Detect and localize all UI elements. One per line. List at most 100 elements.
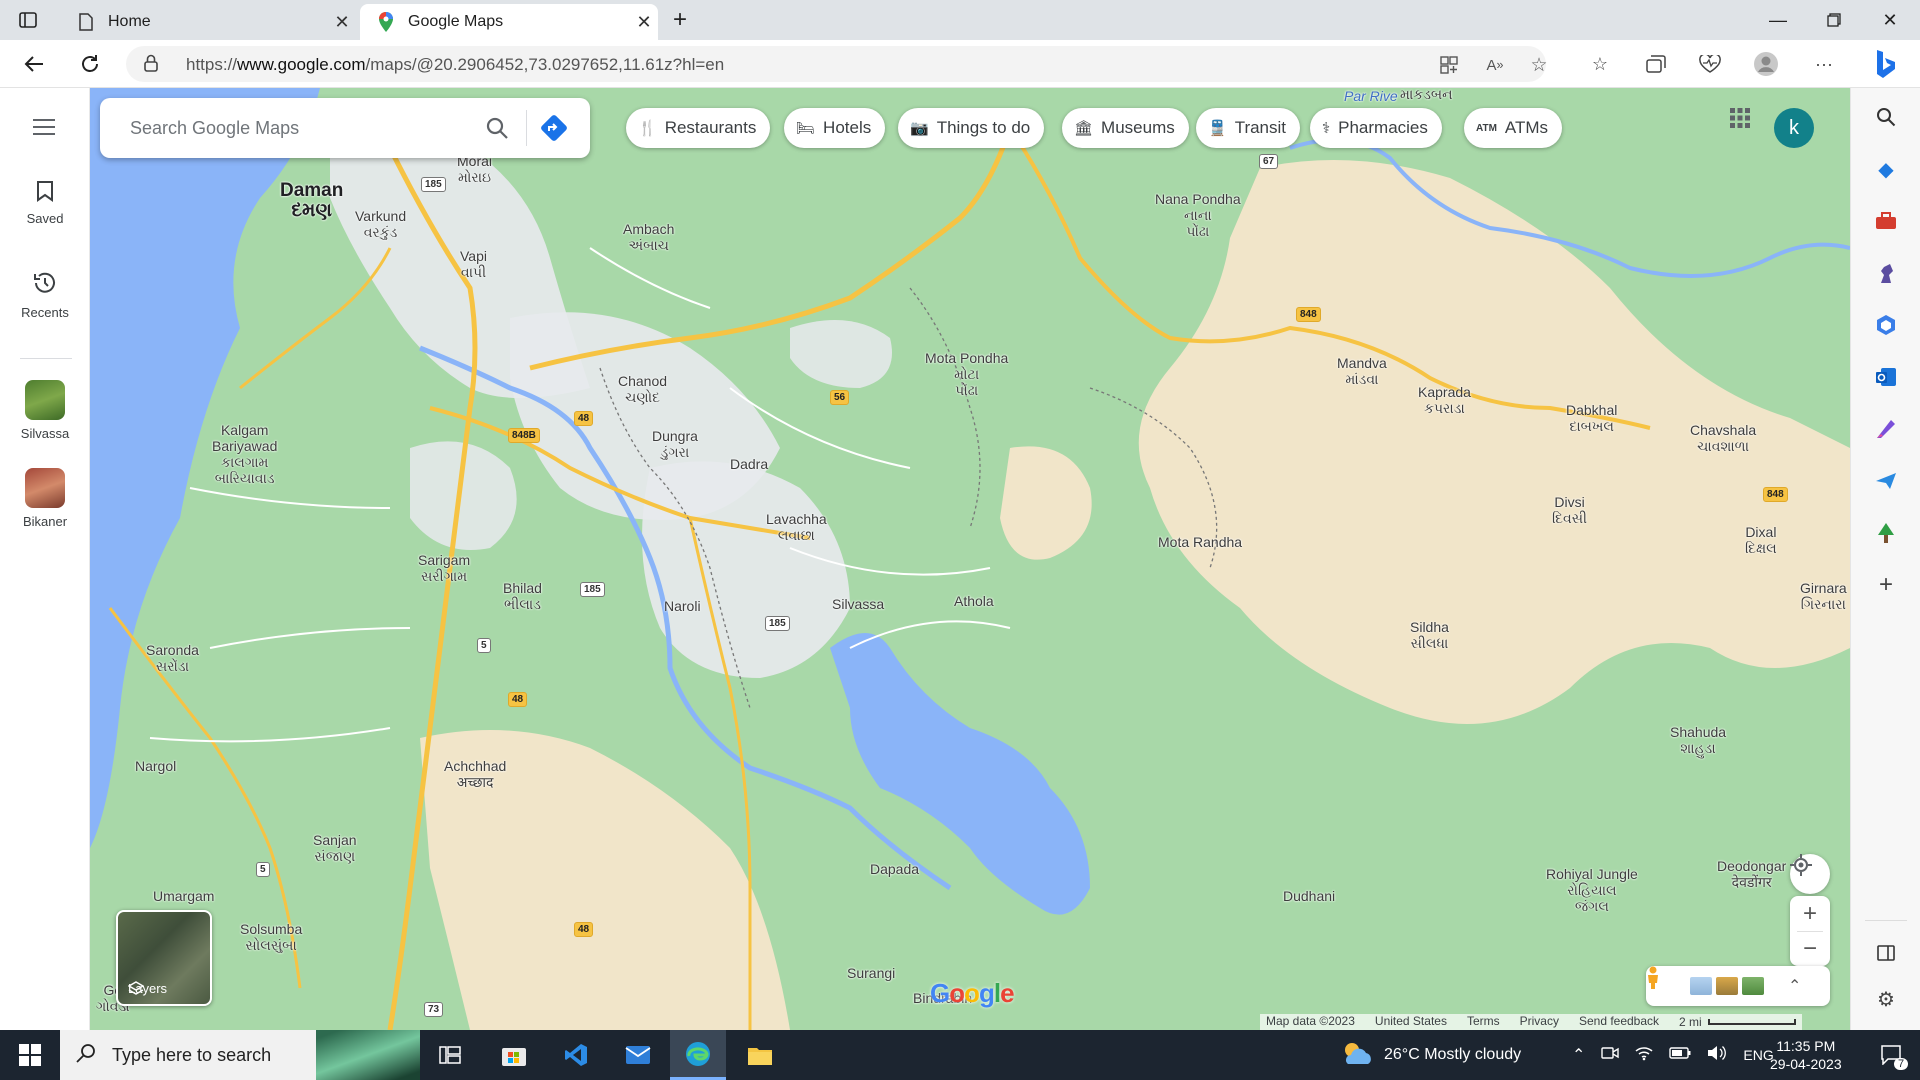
map-label-kaprada[interactable]: Kaprada કપરાડા	[1418, 384, 1471, 416]
favorites-icon[interactable]: ☆	[1586, 50, 1614, 78]
minimize-icon[interactable]: —	[1750, 0, 1806, 40]
map-label-bhilad[interactable]: Bhilad ભીલાડ	[503, 580, 542, 612]
map-label-divsi[interactable]: Divsi દિવસી	[1552, 494, 1587, 526]
microsoft-store-icon[interactable]	[486, 1030, 542, 1080]
send-feedback-link[interactable]: Send feedback	[1579, 1014, 1659, 1030]
wifi-icon[interactable]	[1635, 1045, 1653, 1066]
tools-icon[interactable]	[1871, 206, 1901, 236]
privacy-link[interactable]: Privacy	[1520, 1014, 1559, 1030]
map-label-lavachha[interactable]: Lavachha લવાછા	[766, 511, 827, 543]
outlook-icon[interactable]	[1871, 362, 1901, 392]
zoom-in-button[interactable]: +	[1790, 896, 1830, 931]
map-label-mota-randha[interactable]: Mota Randha	[1158, 534, 1242, 550]
map-label-chanod[interactable]: Chanod ચણોદ	[618, 373, 667, 405]
imagery-thumb-icon[interactable]	[1690, 977, 1712, 995]
chip-hotels[interactable]: 🛏 Hotels	[784, 108, 886, 148]
map-label-sildha[interactable]: Sildha સીલધા	[1410, 619, 1449, 651]
app-available-icon[interactable]	[1438, 54, 1460, 76]
file-explorer-icon[interactable]	[732, 1030, 788, 1080]
vscode-icon[interactable]	[548, 1030, 604, 1080]
map-label-naroli[interactable]: Naroli	[664, 598, 701, 614]
menu-icon[interactable]	[32, 118, 56, 141]
saved-button[interactable]: Saved	[0, 180, 90, 226]
map-label-solsumba[interactable]: Solsumba સોલસુંબા	[240, 921, 302, 953]
map-label-mota-pondha[interactable]: Mota Pondha મોટા પોંઢા	[925, 350, 1008, 398]
taskbar-search-box[interactable]: Type here to search	[60, 1030, 420, 1080]
imagery-thumb-icon[interactable]	[1716, 977, 1738, 995]
start-button[interactable]	[2, 1030, 58, 1080]
close-tab-icon[interactable]: ✕	[328, 12, 356, 33]
close-window-icon[interactable]: ✕	[1862, 0, 1918, 40]
layers-button[interactable]: Layers	[116, 910, 212, 1006]
volume-icon[interactable]	[1707, 1045, 1727, 1066]
map-label-nana-pondha[interactable]: Nana Pondha નાના પોંઢા	[1155, 191, 1241, 239]
add-favorite-icon[interactable]: ☆	[1528, 54, 1550, 76]
map-label-sarigam[interactable]: Sarigam સરીગામ	[418, 552, 470, 584]
map-label-kalgam[interactable]: Kalgam Bariyawad કાલગામ બારિયાવાડ	[212, 422, 277, 486]
map-label-vapi[interactable]: Vapi વાપી	[460, 248, 487, 280]
weather-widget[interactable]: 26°C Mostly cloudy	[1340, 1030, 1521, 1080]
add-sidebar-app-icon[interactable]: +	[1871, 570, 1901, 600]
map-label-daman[interactable]: Daman દમણ	[280, 181, 343, 221]
address-bar[interactable]: https://www.google.com/maps/@20.2906452,…	[126, 46, 1548, 82]
profile-icon[interactable]	[1752, 50, 1780, 78]
map-label-makadban[interactable]: માકડબન	[1400, 88, 1453, 102]
tab-actions-icon[interactable]	[0, 0, 56, 40]
back-icon[interactable]	[16, 46, 52, 82]
send-icon[interactable]	[1871, 466, 1901, 496]
taskbar-search-input[interactable]: Type here to search	[112, 1045, 271, 1066]
imagery-thumb-icon[interactable]	[1742, 977, 1764, 995]
map-label-dapada[interactable]: Dapada	[870, 861, 919, 877]
tree-icon[interactable]	[1871, 518, 1901, 548]
sidebar-settings-icon[interactable]: ⚙	[1871, 984, 1901, 1014]
my-location-button[interactable]	[1790, 854, 1830, 894]
map-label-varkund[interactable]: Varkund વરકુંડ	[355, 208, 406, 240]
chip-restaurants[interactable]: 🍴 Restaurants	[626, 108, 771, 148]
account-avatar[interactable]: k	[1774, 108, 1814, 148]
settings-more-icon[interactable]: ···	[1810, 50, 1838, 78]
map-label-saronda[interactable]: Saronda સરોંડા	[146, 642, 199, 674]
map-label-mandva[interactable]: Mandva માંડવા	[1337, 355, 1387, 387]
pegman-icon[interactable]	[1648, 966, 1680, 1000]
chip-museums[interactable]: 🏛 Museums	[1062, 108, 1189, 148]
maximize-icon[interactable]	[1806, 0, 1862, 40]
map-label-sanjan[interactable]: Sanjan સંજાણ	[313, 832, 357, 864]
lock-icon[interactable]	[144, 54, 158, 77]
map-label-chavshala[interactable]: Chavshala ચાવશાળા	[1690, 422, 1756, 454]
shopping-tag-icon[interactable]: ◆	[1871, 154, 1901, 184]
expand-up-icon[interactable]: ⌃	[1788, 976, 1801, 996]
clock[interactable]: 11:35 PM 29-04-2023	[1770, 1030, 1842, 1080]
map-label-rohiyal-jungle[interactable]: Rohiyal Jungle રોહિયાલ જંગલ	[1546, 866, 1638, 914]
map-label-shahuda[interactable]: Shahuda શાહુડા	[1670, 724, 1726, 756]
search-box[interactable]: Search Google Maps	[100, 98, 590, 158]
edge-browser-icon[interactable]	[670, 1030, 726, 1080]
games-icon[interactable]	[1871, 258, 1901, 288]
zoom-out-button[interactable]: −	[1790, 932, 1830, 966]
tab-home[interactable]: Home ✕	[60, 4, 356, 40]
chip-transit[interactable]: 🚆 Transit	[1196, 108, 1301, 148]
search-input[interactable]: Search Google Maps	[130, 118, 299, 139]
recent-place-silvassa[interactable]: Silvassa	[0, 380, 90, 441]
terms-link[interactable]: Terms	[1467, 1014, 1500, 1030]
map-label-nargol[interactable]: Nargol	[135, 758, 176, 774]
map-label-dixal[interactable]: Dixal દિક્ષલ	[1745, 524, 1777, 556]
recents-button[interactable]: Recents	[0, 270, 90, 320]
map-label-athola[interactable]: Athola	[954, 593, 994, 609]
map-label-girnara[interactable]: Girnara ગિરનારા	[1800, 580, 1847, 612]
designer-icon[interactable]	[1871, 414, 1901, 444]
map-label-dudhani[interactable]: Dudhani	[1283, 888, 1335, 904]
battery-icon[interactable]	[1669, 1046, 1691, 1064]
search-icon[interactable]	[1871, 102, 1901, 132]
recent-place-bikaner[interactable]: Bikaner	[0, 468, 90, 529]
meet-now-icon[interactable]	[1601, 1045, 1620, 1066]
browser-essentials-icon[interactable]	[1696, 50, 1724, 78]
collections-icon[interactable]	[1642, 50, 1670, 78]
chip-atms[interactable]: ATM ATMs	[1464, 108, 1563, 148]
map-label-dabkhal[interactable]: Dabkhal દાબખલ	[1566, 402, 1617, 434]
tab-google-maps[interactable]: Google Maps ✕	[360, 4, 658, 40]
mail-icon[interactable]	[610, 1030, 666, 1080]
chip-things-to-do[interactable]: 📷 Things to do	[898, 108, 1045, 148]
country-link[interactable]: United States	[1375, 1014, 1447, 1030]
show-hidden-icons-icon[interactable]: ⌃	[1572, 1045, 1585, 1065]
map-label-umargam[interactable]: Umargam	[153, 888, 214, 904]
